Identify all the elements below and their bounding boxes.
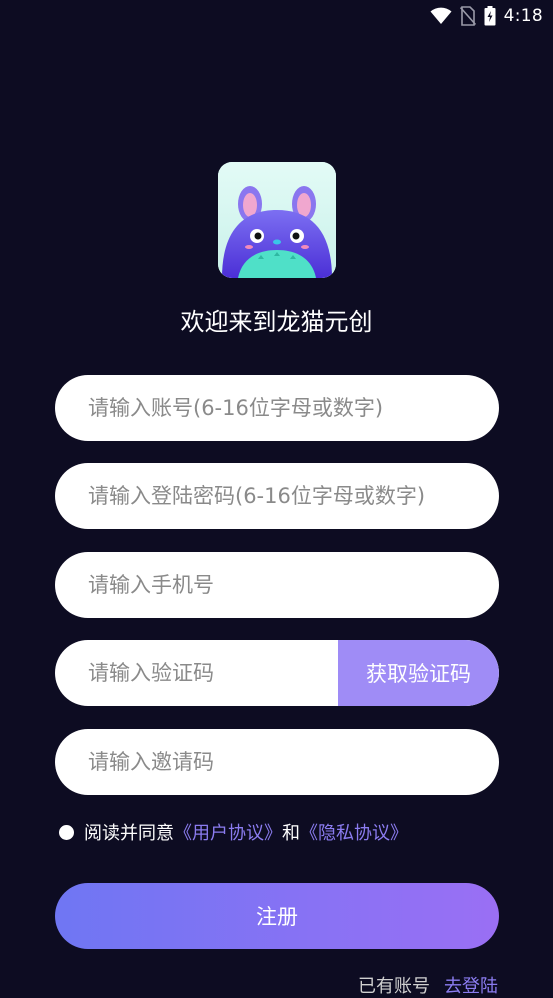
password-field[interactable]	[55, 463, 499, 529]
status-time: 4:18	[503, 6, 543, 26]
invite-code-input[interactable]	[86, 749, 499, 775]
welcome-title: 欢迎来到龙猫元创	[180, 308, 373, 336]
agreement-and: 和	[282, 823, 300, 844]
battery-charging-icon	[484, 6, 496, 26]
account-input[interactable]	[86, 395, 499, 421]
verification-code-input[interactable]	[86, 660, 330, 686]
status-bar: 4:18	[0, 0, 553, 32]
register-button[interactable]: 注册	[55, 883, 499, 949]
password-input[interactable]	[86, 483, 499, 509]
login-prompt: 已有账号 去登陆	[358, 972, 498, 998]
login-link[interactable]: 去登陆	[444, 976, 498, 997]
login-prompt-text: 已有账号	[358, 976, 430, 997]
privacy-agreement-link[interactable]: 《隐私协议》	[300, 819, 408, 845]
user-agreement-link[interactable]: 《用户协议》	[174, 819, 282, 845]
invite-code-field[interactable]	[55, 729, 499, 795]
agreement-row: 阅读并同意 《用户协议》 和 《隐私协议》	[59, 820, 408, 844]
phone-field[interactable]	[55, 552, 499, 618]
no-sim-icon	[459, 6, 476, 26]
phone-input[interactable]	[86, 572, 499, 598]
wifi-icon	[430, 7, 452, 24]
agreement-prefix: 阅读并同意	[84, 823, 174, 844]
agreement-radio[interactable]	[59, 824, 74, 840]
app-logo	[218, 162, 336, 278]
get-code-button[interactable]: 获取验证码	[338, 640, 499, 706]
account-field[interactable]	[55, 375, 499, 441]
status-icons: 4:18	[430, 4, 543, 28]
verification-code-field[interactable]: 获取验证码	[55, 640, 499, 706]
